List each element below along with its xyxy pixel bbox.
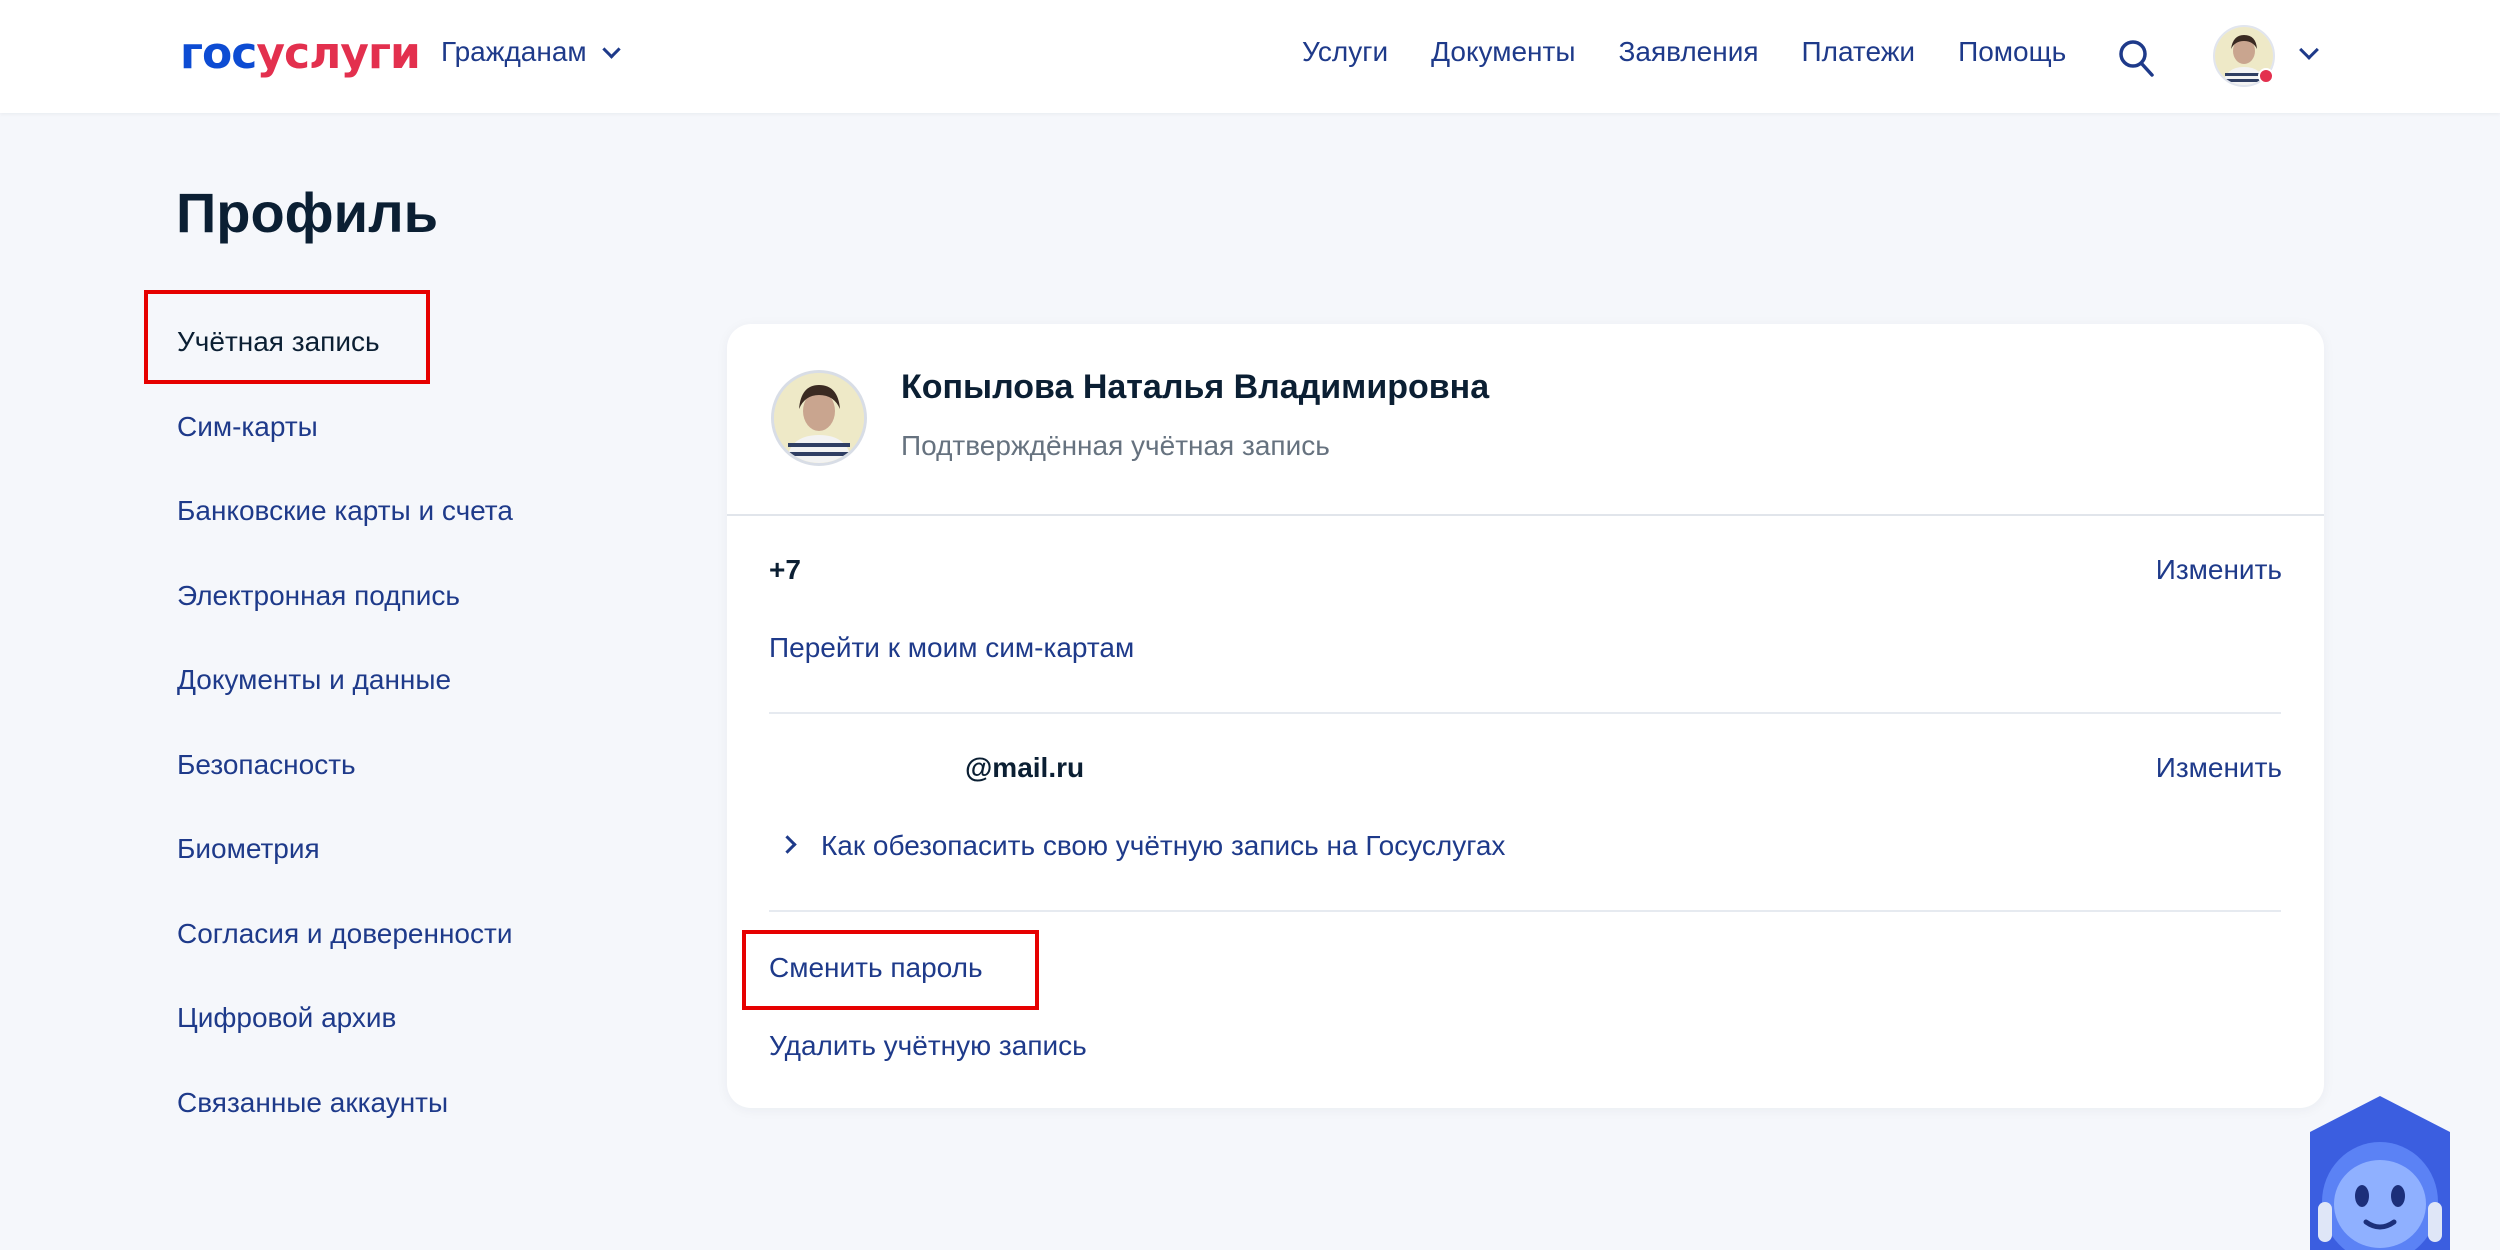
sidebar-item-security[interactable]: Безопасность [177,745,677,830]
sidebar-item-biometrics[interactable]: Биометрия [177,829,677,914]
account-status: Подтверждённая учётная запись [901,430,1330,461]
change-password-link[interactable]: Сменить пароль [769,952,983,984]
edit-phone-button[interactable]: Изменить [2156,554,2282,586]
chevron-right-icon[interactable] [778,835,797,854]
profile-avatar[interactable] [771,370,867,466]
security-tip-link[interactable]: Как обезопасить свою учётную запись на Г… [821,830,1505,862]
top-header: госуслуги Гражданам Услуги Документы Зая… [0,0,2500,113]
sidebar-item-account[interactable]: Учётная запись [177,322,677,407]
logo-part-gos: гос [180,28,257,79]
nav-documents[interactable]: Документы [1431,36,1575,68]
nav-services[interactable]: Услуги [1302,36,1388,68]
delete-account-link[interactable]: Удалить учётную запись [769,1030,1087,1062]
role-label: Гражданам [441,36,587,67]
sidebar-item-sim-cards[interactable]: Сим-карты [177,407,677,492]
sidebar-item-bank-cards[interactable]: Банковские карты и счета [177,491,677,576]
gosuslugi-logo[interactable]: госуслуги [180,26,421,82]
edit-email-button[interactable]: Изменить [2156,752,2282,784]
divider [769,712,2281,714]
page-title: Профиль [176,181,439,244]
assistant-robot-icon[interactable] [2300,1092,2460,1250]
chevron-down-icon [601,39,621,59]
search-icon[interactable] [2117,38,2155,78]
logo-part-uslugi: услуги [256,28,420,79]
profile-sidebar: Учётная запись Сим-карты Банковские карт… [177,322,677,1167]
user-full-name: Копылова Наталья Владимировна [901,368,1490,406]
sidebar-item-digital-archive[interactable]: Цифровой архив [177,998,677,1083]
divider [727,514,2324,516]
phone-number: +7 [769,554,801,585]
profile-photo-icon [774,373,864,463]
role-selector[interactable]: Гражданам [441,36,621,68]
nav-applications[interactable]: Заявления [1618,36,1758,68]
email-address: @mail.ru [965,752,1085,783]
sidebar-item-consents[interactable]: Согласия и доверенности [177,914,677,999]
notification-dot [2258,68,2274,84]
sidebar-item-e-signature[interactable]: Электронная подпись [177,576,677,661]
nav-help[interactable]: Помощь [1958,36,2066,68]
nav-payments[interactable]: Платежи [1802,36,1916,68]
account-card: Копылова Наталья Владимировна Подтверждё… [727,324,2324,1108]
sidebar-item-documents[interactable]: Документы и данные [177,660,677,745]
sidebar-item-linked-accounts[interactable]: Связанные аккаунты [177,1083,677,1168]
chevron-down-icon[interactable] [2299,40,2319,60]
main-nav: Услуги Документы Заявления Платежи Помощ… [1302,36,2066,68]
divider [769,910,2281,912]
sim-cards-link[interactable]: Перейти к моим сим-картам [769,632,1134,664]
